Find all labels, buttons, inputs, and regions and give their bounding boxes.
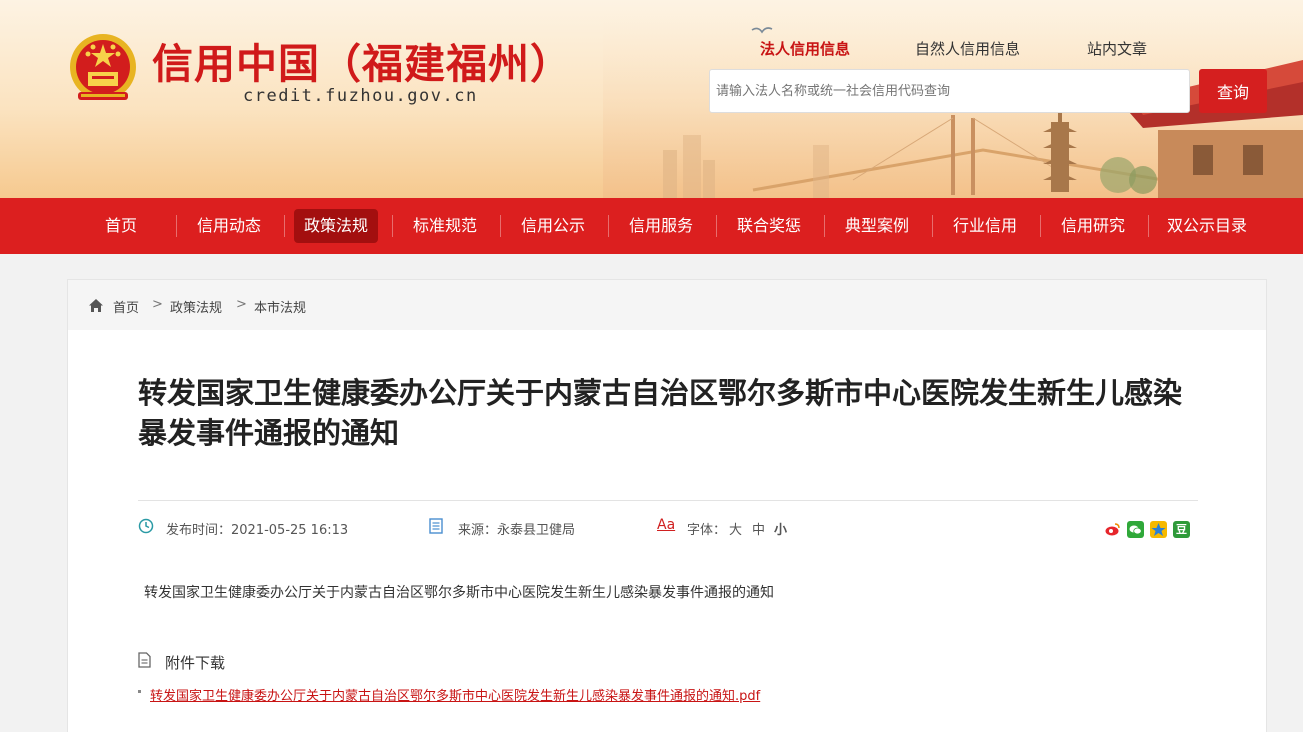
nav-divider	[284, 215, 285, 237]
nav-item-home[interactable]: 首页	[95, 209, 147, 243]
file-icon	[138, 652, 151, 668]
article-card: 首页 > 政策法规 > 本市法规 转发国家卫生健康委办公厅关于内蒙古自治区鄂尔多…	[67, 279, 1267, 732]
breadcrumb-local-regulations[interactable]: 本市法规	[254, 297, 306, 316]
font-size-small[interactable]: 小	[774, 519, 787, 538]
nav-item-typical-cases[interactable]: 典型案例	[835, 209, 919, 243]
article-summary: 转发国家卫生健康委办公厅关于内蒙古自治区鄂尔多斯市中心医院发生新生儿感染暴发事件…	[144, 585, 774, 601]
search-button[interactable]: 查询	[1199, 69, 1267, 113]
nav-divider	[1040, 215, 1041, 237]
font-size-label: 字体：	[687, 523, 727, 538]
site-header: 信用中国（福建福州） credit.fuzhou.gov.cn 法人信用信息 自…	[0, 0, 1303, 198]
breadcrumb-separator: >	[152, 297, 163, 312]
document-icon	[429, 518, 443, 534]
clock-icon	[138, 518, 154, 534]
font-size-icon: Aa	[657, 517, 676, 533]
nav-item-joint-rewards[interactable]: 联合奖惩	[727, 209, 811, 243]
home-icon	[89, 299, 103, 312]
main-nav: 首页 信用动态 政策法规 标准规范 信用公示 信用服务 联合奖惩 典型案例 行业…	[0, 198, 1303, 254]
weibo-icon[interactable]	[1104, 521, 1121, 538]
nav-item-policies[interactable]: 政策法规	[294, 209, 379, 243]
nav-divider	[500, 215, 501, 237]
site-domain: credit.fuzhou.gov.cn	[243, 86, 478, 106]
font-size-medium[interactable]: 中	[752, 519, 765, 538]
site-title: 信用中国（福建福州）	[152, 40, 572, 88]
tab-legal-person-credit[interactable]: 法人信用信息	[760, 38, 850, 59]
nav-item-credit-research[interactable]: 信用研究	[1051, 209, 1135, 243]
wechat-icon[interactable]	[1127, 521, 1144, 538]
breadcrumb-separator: >	[236, 297, 247, 312]
breadcrumb-home[interactable]: 首页	[113, 297, 139, 316]
article-source: 来源：永泰县卫健局	[458, 523, 576, 538]
font-size-large[interactable]: 大	[729, 519, 742, 538]
nav-divider	[392, 215, 393, 237]
nav-divider	[932, 215, 933, 237]
nav-divider	[824, 215, 825, 237]
breadcrumb: 首页 > 政策法规 > 本市法规	[68, 280, 1266, 330]
title-divider	[138, 500, 1198, 501]
douban-icon[interactable]: 豆	[1173, 521, 1190, 538]
publish-time: 发布时间：2021-05-25 16:13	[166, 523, 349, 538]
breadcrumb-policies[interactable]: 政策法规	[170, 297, 222, 316]
nav-divider	[716, 215, 717, 237]
search-input[interactable]	[710, 70, 1189, 112]
nav-item-standards[interactable]: 标准规范	[403, 209, 487, 243]
nav-item-industry-credit[interactable]: 行业信用	[943, 209, 1027, 243]
national-emblem-logo	[70, 34, 136, 100]
nav-item-credit-publicity[interactable]: 信用公示	[511, 209, 595, 243]
attachment-link[interactable]: 转发国家卫生健康委办公厅关于内蒙古自治区鄂尔多斯市中心医院发生新生儿感染暴发事件…	[150, 685, 760, 704]
nav-divider	[176, 215, 177, 237]
list-bullet	[138, 690, 141, 693]
nav-divider	[1148, 215, 1149, 237]
qzone-icon[interactable]	[1150, 521, 1167, 538]
nav-divider	[608, 215, 609, 237]
nav-item-credit-news[interactable]: 信用动态	[187, 209, 271, 243]
bird-icon	[751, 27, 773, 34]
nav-item-credit-services[interactable]: 信用服务	[619, 209, 703, 243]
search-box	[709, 69, 1190, 113]
tab-natural-person-credit[interactable]: 自然人信用信息	[915, 38, 1020, 59]
article-title: 转发国家卫生健康委办公厅关于内蒙古自治区鄂尔多斯市中心医院发生新生儿感染暴发事件…	[138, 376, 1183, 450]
tab-site-articles[interactable]: 站内文章	[1087, 38, 1147, 59]
nav-item-double-publicity[interactable]: 双公示目录	[1157, 209, 1257, 243]
attachments-heading: 附件下载	[165, 654, 226, 672]
